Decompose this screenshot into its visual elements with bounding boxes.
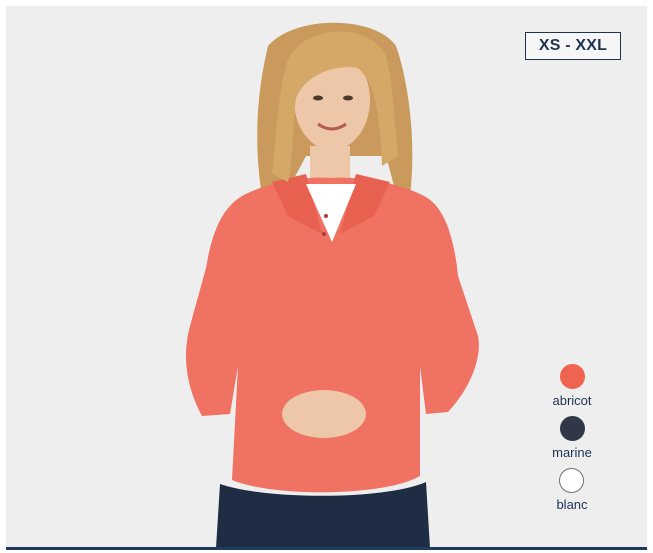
bottom-rule [6, 547, 647, 550]
size-range-badge: XS - XXL [525, 32, 621, 60]
color-swatch-list: abricot marine blanc [530, 364, 614, 520]
button-1 [324, 214, 328, 218]
eye-right [343, 95, 353, 101]
eye-left [313, 95, 323, 101]
marine-label: marine [552, 445, 592, 460]
product-card: XS - XXL abricot marine blanc [0, 0, 653, 553]
button-2 [322, 232, 326, 236]
color-swatch-abricot[interactable]: abricot [552, 364, 592, 409]
abricot-color-dot [559, 364, 585, 389]
size-range-text: XS - XXL [538, 37, 608, 54]
marine-color-dot [559, 416, 585, 441]
color-swatch-marine[interactable]: marine [552, 416, 592, 461]
abricot-label: abricot [552, 393, 592, 408]
blanc-label: blanc [556, 497, 588, 512]
blanc-color-dot [559, 468, 585, 493]
color-swatch-blanc[interactable]: blanc [556, 468, 588, 513]
hands [282, 390, 366, 438]
